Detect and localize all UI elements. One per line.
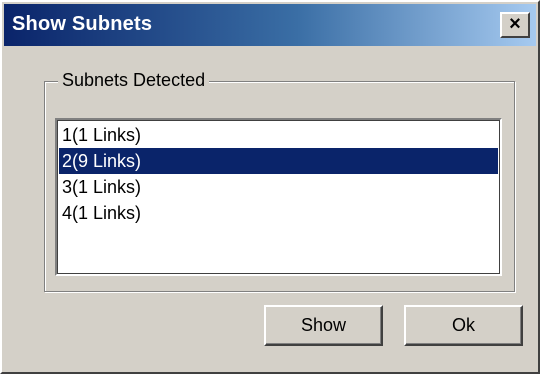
subnets-list: 1(1 Links) 2(9 Links) 3(1 Links) 4(1 Lin… [59,122,498,226]
close-icon: × [509,13,521,35]
show-button[interactable]: Show [264,305,383,346]
ok-button[interactable]: Ok [404,305,523,346]
list-item-subnet-2[interactable]: 2(9 Links) [59,148,498,174]
dialog-title: Show Subnets [12,13,153,35]
list-item-subnet-4[interactable]: 4(1 Links) [59,200,498,226]
show-subnets-dialog: Show Subnets × Subnets Detected 1(1 Link… [0,0,540,374]
list-item-subnet-1[interactable]: 1(1 Links) [59,122,498,148]
close-button[interactable]: × [500,12,530,38]
title-bar[interactable]: Show Subnets × [4,4,536,46]
subnets-group-label: Subnets Detected [58,70,210,91]
list-item-subnet-3[interactable]: 3(1 Links) [59,174,498,200]
subnets-listbox[interactable]: 1(1 Links) 2(9 Links) 3(1 Links) 4(1 Lin… [55,118,502,276]
